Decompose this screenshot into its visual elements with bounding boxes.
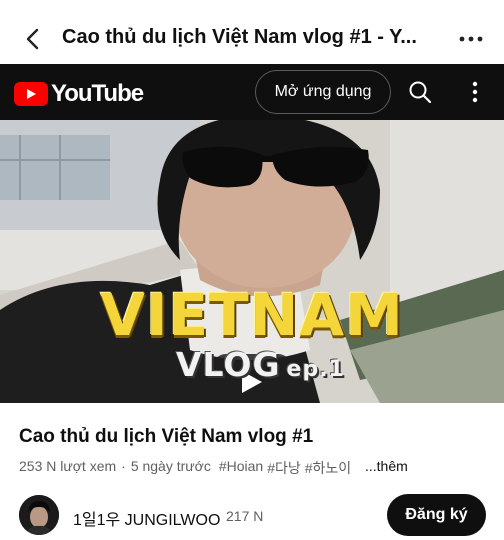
search-button[interactable] bbox=[404, 76, 436, 108]
channel-name[interactable]: 1일1우 JUNGILWOO bbox=[73, 506, 220, 530]
subscribe-button[interactable]: Đăng ký bbox=[387, 494, 486, 536]
video-title[interactable]: Cao thủ du lịch Việt Nam vlog #1 bbox=[19, 426, 313, 448]
more-horizontal-icon bbox=[459, 36, 483, 42]
subscriber-count: 217 N bbox=[226, 508, 264, 524]
chevron-left-icon bbox=[26, 28, 39, 50]
thumbnail-subtitle-text: VLOG ep.1 bbox=[176, 348, 345, 381]
show-more-link[interactable]: ...thêm bbox=[365, 458, 408, 474]
thumbnail-vlog-text: VLOG bbox=[176, 345, 281, 384]
thumbnail-episode-text: ep.1 bbox=[286, 357, 345, 382]
youtube-logo-icon bbox=[14, 82, 48, 106]
hashtag[interactable]: #하노이 bbox=[305, 458, 351, 478]
header-menu-button[interactable] bbox=[460, 76, 490, 108]
youtube-brand-text: YouTube bbox=[51, 80, 144, 107]
video-metadata[interactable]: 253 N lượt xem · 5 ngày trước #Hoian #다낭… bbox=[19, 458, 494, 478]
page-title: Cao thủ du lịch Việt Nam vlog #1 - Y... bbox=[62, 26, 417, 48]
browser-more-button[interactable] bbox=[454, 28, 488, 50]
hashtag[interactable]: #Hoian bbox=[219, 458, 263, 478]
meta-separator: · bbox=[121, 458, 126, 474]
channel-row: 1일1우 JUNGILWOO 217 N Đăng ký bbox=[0, 492, 504, 540]
youtube-logo[interactable]: YouTube bbox=[14, 80, 144, 108]
back-button[interactable] bbox=[16, 22, 50, 56]
upload-time: 5 ngày trước bbox=[130, 458, 211, 474]
more-vertical-icon bbox=[472, 81, 478, 103]
view-count: 253 N lượt xem bbox=[19, 458, 117, 474]
open-app-button[interactable]: Mở ứng dụng bbox=[255, 70, 391, 114]
hashtag[interactable]: #다낭 bbox=[267, 458, 301, 478]
channel-avatar[interactable] bbox=[19, 495, 59, 535]
youtube-header: YouTube Mở ứng dụng bbox=[0, 64, 504, 120]
search-icon bbox=[409, 81, 432, 104]
thumbnail-title-text: VIETNAM bbox=[100, 281, 404, 349]
